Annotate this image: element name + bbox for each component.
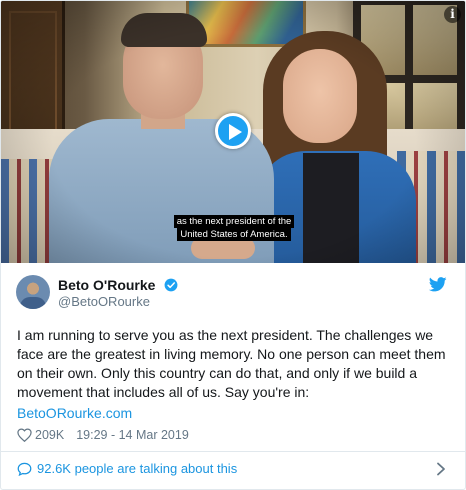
play-button[interactable] [215,113,251,149]
author-handle[interactable]: @BetoORourke [58,294,150,309]
tweet-text: I am running to serve you as the next pr… [17,327,446,400]
conversation-count-text[interactable]: 92.6K people are talking about this [37,461,237,476]
conversation-link[interactable]: 92.6K people are talking about this [17,461,237,476]
video-player[interactable]: i as the next president of the United St… [1,1,465,263]
caption-line-2: United States of America. [177,228,291,241]
avatar[interactable] [16,275,50,309]
footer-divider [1,451,465,452]
verified-icon [164,278,178,292]
twitter-bird-icon[interactable] [429,277,447,292]
embedded-tweet-card: i as the next president of the United St… [0,0,466,490]
heart-icon[interactable] [17,428,32,442]
video-caption: as the next president of the United Stat… [1,211,465,241]
tweet-meta: 209K 19:29 - 14 Mar 2019 [17,428,189,442]
tweet-link[interactable]: BetoORourke.com [17,404,132,423]
info-icon[interactable]: i [444,6,461,23]
author-name[interactable]: Beto O'Rourke [58,277,155,293]
reply-bubble-icon [17,462,32,476]
play-icon [229,124,242,140]
chevron-right-icon[interactable] [435,462,447,476]
tweet-timestamp[interactable]: 19:29 - 14 Mar 2019 [76,428,189,442]
like-count[interactable]: 209K [35,428,64,442]
